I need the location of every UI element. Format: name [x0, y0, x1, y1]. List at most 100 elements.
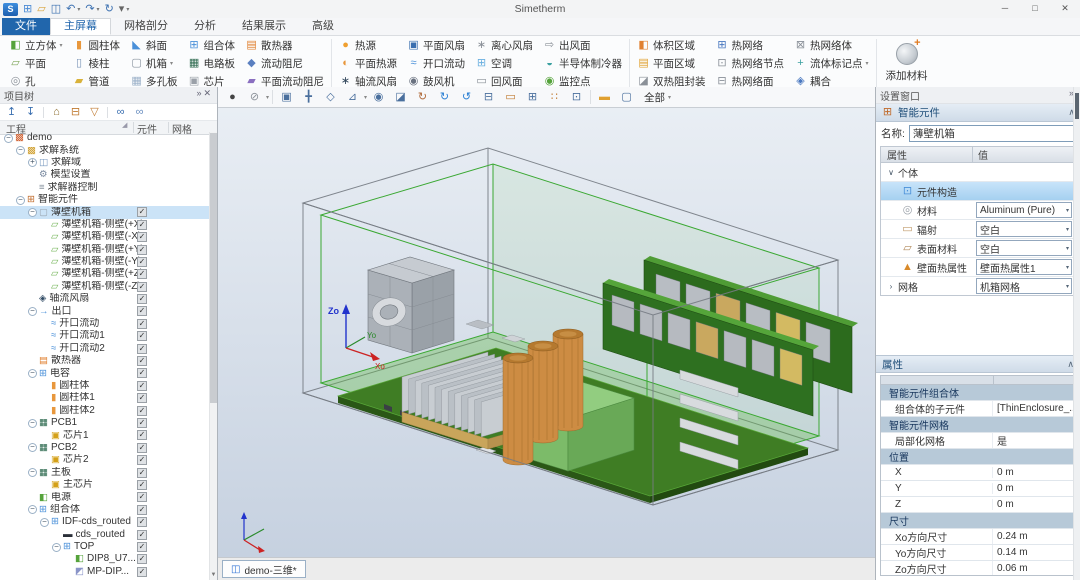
ribbon-item-return-air-face[interactable]: ▭回风面: [475, 74, 533, 88]
smart-component-section[interactable]: ⊞ 智能元件 ∧: [876, 104, 1080, 122]
rotate-pivot-icon[interactable]: ↻: [412, 88, 433, 107]
tree-item-薄壁机箱-侧壁(-X)[interactable]: ▱薄壁机箱-侧壁(-X)✓: [0, 231, 210, 243]
setting-row-材料[interactable]: ◎材料Aluminum (Pure)▾: [881, 201, 1075, 220]
node-layout-icon[interactable]: ∷: [544, 88, 565, 107]
property-group-智能元件网格[interactable]: 智能元件网格: [881, 417, 1075, 433]
tree-item-智能元件[interactable]: −⊞智能元件: [0, 194, 210, 206]
tree-item-checkbox[interactable]: ✓: [137, 245, 147, 255]
section-view-icon[interactable]: ◪: [390, 88, 411, 107]
tree-item-checkbox[interactable]: ✓: [137, 567, 147, 577]
tree-item-求解域[interactable]: +◫求解域: [0, 157, 210, 169]
document-tab[interactable]: ◫ demo-三维*: [222, 560, 306, 578]
tree-item-checkbox[interactable]: ✓: [137, 393, 147, 403]
ribbon-item-heatsink[interactable]: ▤散热器: [245, 38, 324, 52]
tree-item-圆柱体1[interactable]: ▮圆柱体1✓: [0, 392, 210, 404]
expander-icon[interactable]: ∨: [887, 168, 895, 177]
tree-item-checkbox[interactable]: ✓: [137, 542, 147, 552]
rotate-cw-icon[interactable]: ↻: [434, 88, 455, 107]
ribbon-item-volume-region[interactable]: ◧体积区域: [637, 38, 706, 52]
tb-home-icon[interactable]: ⌂: [50, 106, 63, 119]
fit-view-icon[interactable]: ╋: [298, 88, 319, 107]
tree-item-checkbox[interactable]: ✓: [137, 443, 147, 453]
ribbon-item-fluid-marker[interactable]: +流体标记点▾: [794, 56, 869, 70]
tree-item-checkbox[interactable]: ✓: [137, 344, 147, 354]
ribbon-item-monitor-point[interactable]: ◉监控点: [543, 74, 622, 88]
tree-item-PCB1[interactable]: −▦PCB1✓: [0, 417, 210, 429]
maximize-button[interactable]: □: [1020, 0, 1050, 17]
ribbon-item-planar-heat-source[interactable]: ◐平面热源: [339, 56, 397, 70]
tree-item-主芯片[interactable]: ▣主芯片✓: [0, 479, 210, 491]
collapse-icon[interactable]: −: [28, 307, 37, 316]
tb-link2-icon[interactable]: ∞: [133, 106, 146, 119]
tree-item-IDF-cds_routed[interactable]: −⊞IDF-cds_routed✓: [0, 516, 210, 528]
tree-item-checkbox[interactable]: ✓: [137, 517, 147, 527]
ribbon-item-pipe[interactable]: ▰管道: [73, 74, 121, 88]
align-bottom-icon[interactable]: ⊞: [522, 88, 543, 107]
viewport-canvas[interactable]: Zo Yo Xo: [218, 108, 875, 558]
tree-item-checkbox[interactable]: ✓: [137, 430, 147, 440]
tree-item-薄壁机箱-侧壁(+Z)[interactable]: ▱薄壁机箱-侧壁(+Z)✓: [0, 268, 210, 280]
tree-item-散热器[interactable]: ▤散热器✓: [0, 355, 210, 367]
expander-icon[interactable]: ›: [887, 282, 895, 291]
tree-item-TOP[interactable]: −⊞TOP✓: [0, 541, 210, 553]
property-group-位置[interactable]: 位置: [881, 449, 1075, 465]
property-row-Z[interactable]: Z0 m: [881, 497, 1075, 513]
tree-item-checkbox[interactable]: ✓: [137, 331, 147, 341]
ribbon-item-thermal-network[interactable]: ⊞热网络: [716, 38, 785, 52]
minimize-button[interactable]: ─: [990, 0, 1020, 17]
tree-item-组合体[interactable]: −⊞组合体✓: [0, 504, 210, 516]
tree-item-MP-DIP...[interactable]: ◩MP-DIP...✓: [0, 566, 210, 578]
tree-item-checkbox[interactable]: ✓: [137, 294, 147, 304]
collapse-icon[interactable]: −: [28, 369, 37, 378]
ribbon-item-coupling[interactable]: ◈耦合: [794, 74, 869, 88]
tree-item-主板[interactable]: −▦主板✓: [0, 467, 210, 479]
property-row-X[interactable]: X0 m: [881, 465, 1075, 481]
tree-item-模型设置[interactable]: ⚙模型设置: [0, 169, 210, 181]
settings-scrollbar-handle[interactable]: [1075, 93, 1079, 119]
setting-value-dropdown[interactable]: 壁面热属性1▾: [976, 259, 1072, 275]
orient-axis-dropdown-icon[interactable]: ▾: [364, 94, 367, 101]
setting-value-dropdown[interactable]: 空白▾: [976, 240, 1072, 256]
collapse-icon[interactable]: −: [28, 505, 37, 514]
tree-item-checkbox[interactable]: ✓: [137, 319, 147, 329]
ribbon-item-centrifugal-fan[interactable]: ∗离心风扇: [475, 38, 533, 52]
property-row-Zo方向尺寸[interactable]: Zo方向尺寸0.06 m: [881, 561, 1075, 576]
tree-item-薄壁机箱-侧壁(-Z)[interactable]: ▱薄壁机箱-侧壁(-Z)✓: [0, 281, 210, 293]
ribbon-item-cylinder[interactable]: ▮圆柱体: [73, 38, 121, 52]
ribbon-item-chip[interactable]: ▣芯片: [188, 74, 236, 88]
property-group-尺寸[interactable]: 尺寸: [881, 513, 1075, 529]
setting-row-辐射[interactable]: ▭辐射空白▾: [881, 220, 1075, 239]
tree-item-电容[interactable]: −⊞电容✓: [0, 367, 210, 379]
property-row-Y[interactable]: Y0 m: [881, 481, 1075, 497]
collapse-icon[interactable]: −: [4, 134, 13, 143]
expand-icon[interactable]: +: [28, 158, 37, 167]
ribbon-item-thermal-network-node[interactable]: ⊡热网络节点: [716, 56, 785, 70]
tb-link-icon[interactable]: ∞: [114, 106, 127, 119]
ribbon-item-flow-damper[interactable]: ◆流动阻尼: [245, 56, 324, 70]
collapse-icon[interactable]: −: [16, 196, 25, 205]
tb-up-icon[interactable]: ↥: [5, 106, 18, 119]
render-camera-icon[interactable]: ●: [222, 88, 243, 107]
tree-item-DIP8_U7...[interactable]: ◧DIP8_U7...✓: [0, 553, 210, 565]
rotate-ccw-icon[interactable]: ↺: [456, 88, 477, 107]
box-select-icon[interactable]: ▢: [616, 88, 637, 107]
tree-item-PCB2[interactable]: −▦PCB2✓: [0, 442, 210, 454]
tb-filter-icon[interactable]: ▽: [88, 106, 101, 119]
tree-scroll-down-icon[interactable]: ▼: [210, 571, 217, 580]
orient-axis-icon[interactable]: ⊿: [342, 88, 363, 107]
tree-item-cds_routed[interactable]: ▬cds_routed✓: [0, 529, 210, 541]
tree-item-薄壁机箱-侧壁(+X)[interactable]: ▱薄壁机箱-侧壁(+X)✓: [0, 219, 210, 231]
ribbon-item-air-conditioner[interactable]: ⊞空调: [475, 56, 533, 70]
render-off-icon[interactable]: ⊘: [244, 88, 265, 107]
tree-item-电源[interactable]: ◧电源✓: [0, 491, 210, 503]
tab-网格剖分[interactable]: 网格剖分: [111, 18, 181, 35]
property-row-局部化网格[interactable]: 局部化网格是: [881, 433, 1075, 449]
property-row-组合体的子元件[interactable]: 组合体的子元件[ThinEnclosure_...: [881, 401, 1075, 417]
ribbon-item-heat-source[interactable]: ●热源: [339, 38, 397, 52]
align-left-icon[interactable]: ⊟: [478, 88, 499, 107]
tree-item-checkbox[interactable]: ✓: [137, 480, 147, 490]
measure-ruler-icon[interactable]: ▬: [594, 88, 615, 107]
axial-fan-box[interactable]: [368, 257, 454, 353]
property-row-Yo方向尺寸[interactable]: Yo方向尺寸0.14 m: [881, 545, 1075, 561]
ribbon-item-thermal-network-face[interactable]: ⊟热网络面: [716, 74, 785, 88]
